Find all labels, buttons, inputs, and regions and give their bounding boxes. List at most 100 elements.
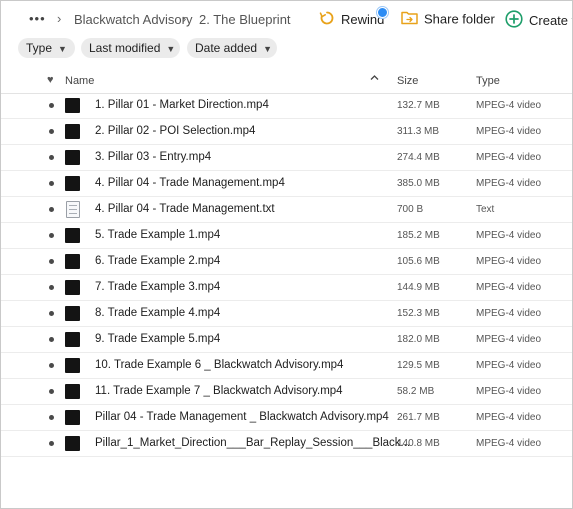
more-options-icon[interactable]: •••	[29, 11, 46, 26]
type-filter-label: Type	[26, 41, 53, 55]
file-browser-window: ••• › Blackwatch Advisory › 2. The Bluep…	[0, 0, 573, 509]
share-folder-label: Share folder	[424, 11, 495, 27]
create-folder-label: Create fo	[529, 13, 572, 28]
file-size: 261.7 MB	[397, 412, 440, 423]
file-size: 274.4 MB	[397, 152, 440, 163]
toolbar: ••• › Blackwatch Advisory › 2. The Bluep…	[1, 1, 572, 37]
row-bullet-icon	[49, 337, 54, 342]
date-added-filter-chip[interactable]: Date added ▼	[187, 38, 277, 58]
row-bullet-icon	[49, 389, 54, 394]
text-file-icon	[66, 201, 80, 218]
file-name[interactable]: 11. Trade Example 7 _ Blackwatch Advisor…	[95, 385, 343, 397]
column-header-type[interactable]: Type	[476, 75, 500, 87]
file-size: 700 B	[397, 204, 424, 215]
file-row[interactable]: 4. Pillar 04 - Trade Management.txt 700 B…	[1, 197, 572, 223]
chevron-down-icon: ▼	[263, 43, 272, 54]
video-thumbnail-icon	[65, 280, 80, 295]
file-name[interactable]: 5. Trade Example 1.mp4	[95, 229, 220, 241]
file-type: MPEG-4 video	[476, 178, 542, 189]
sort-ascending-icon[interactable]	[370, 73, 379, 85]
file-name[interactable]: 9. Trade Example 5.mp4	[95, 333, 220, 345]
file-type: MPEG-4 video	[476, 100, 542, 111]
file-size: 182.0 MB	[397, 334, 440, 345]
file-row[interactable]: 7. Trade Example 3.mp4 144.9 MB MPEG-4 vid…	[1, 275, 572, 301]
plus-circle-icon	[505, 10, 523, 31]
video-thumbnail-icon	[65, 358, 80, 373]
file-type: MPEG-4 video	[476, 282, 542, 293]
file-row[interactable]: 10. Trade Example 6 _ Blackwatch Advisor…	[1, 353, 572, 379]
last-modified-filter-label: Last modified	[89, 41, 161, 55]
file-row[interactable]: 5. Trade Example 1.mp4 185.2 MB MPEG-4 vid…	[1, 223, 572, 249]
row-bullet-icon	[49, 181, 54, 186]
file-type: MPEG-4 video	[476, 360, 542, 371]
create-folder-button[interactable]: Create fo	[505, 10, 572, 31]
table-header: ♥ Name Size Type	[1, 69, 572, 94]
file-name[interactable]: 4. Pillar 04 - Trade Management.txt	[95, 203, 275, 215]
file-name[interactable]: Pillar_1_Market_Direction___Bar_Replay_S…	[95, 437, 410, 449]
file-row[interactable]: Pillar 04 - Trade Management _ Blackwatc…	[1, 405, 572, 431]
file-name[interactable]: 8. Trade Example 4.mp4	[95, 307, 220, 319]
file-type: Text	[476, 204, 495, 215]
video-thumbnail-icon	[65, 228, 80, 243]
row-bullet-icon	[49, 103, 54, 108]
file-name[interactable]: 7. Trade Example 3.mp4	[95, 281, 220, 293]
file-type: MPEG-4 video	[476, 438, 542, 449]
type-filter-chip[interactable]: Type ▼	[18, 38, 75, 58]
file-name[interactable]: 4. Pillar 04 - Trade Management.mp4	[95, 177, 285, 189]
file-list: 1. Pillar 01 - Market Direction.mp4 132.7…	[1, 93, 572, 457]
file-row[interactable]: 2. Pillar 02 - POI Selection.mp4 311.3 MB…	[1, 119, 572, 145]
file-row[interactable]: 8. Trade Example 4.mp4 152.3 MB MPEG-4 vid…	[1, 301, 572, 327]
row-bullet-icon	[49, 363, 54, 368]
video-thumbnail-icon	[65, 254, 80, 269]
video-thumbnail-icon	[65, 150, 80, 165]
row-bullet-icon	[49, 233, 54, 238]
file-type: MPEG-4 video	[476, 412, 542, 423]
file-row[interactable]: 3. Pillar 03 - Entry.mp4 274.4 MB MPEG-4 v…	[1, 145, 572, 171]
breadcrumb-root[interactable]: Blackwatch Advisory	[74, 12, 193, 27]
file-size: 185.2 MB	[397, 230, 440, 241]
file-type: MPEG-4 video	[476, 334, 542, 345]
heart-icon[interactable]: ♥	[47, 74, 54, 86]
file-size: 385.0 MB	[397, 178, 440, 189]
last-modified-filter-chip[interactable]: Last modified ▼	[81, 38, 180, 58]
video-thumbnail-icon	[65, 306, 80, 321]
file-size: 132.7 MB	[397, 100, 440, 111]
file-type: MPEG-4 video	[476, 256, 542, 267]
file-size: 129.5 MB	[397, 360, 440, 371]
file-row[interactable]: 9. Trade Example 5.mp4 182.0 MB MPEG-4 vid…	[1, 327, 572, 353]
chevron-down-icon: ▼	[58, 43, 67, 54]
column-header-name[interactable]: Name	[65, 75, 94, 87]
file-row[interactable]: 11. Trade Example 7 _ Blackwatch Advisor…	[1, 379, 572, 405]
row-bullet-icon	[49, 285, 54, 290]
file-size: 140.8 MB	[397, 438, 440, 449]
file-size: 152.3 MB	[397, 308, 440, 319]
row-bullet-icon	[49, 259, 54, 264]
rewind-icon	[319, 10, 335, 29]
breadcrumb-separator: ›	[57, 11, 62, 26]
file-name[interactable]: 1. Pillar 01 - Market Direction.mp4	[95, 99, 269, 111]
file-name[interactable]: 3. Pillar 03 - Entry.mp4	[95, 151, 211, 163]
file-size: 58.2 MB	[397, 386, 435, 397]
file-type: MPEG-4 video	[476, 230, 542, 241]
file-row[interactable]: 4. Pillar 04 - Trade Management.mp4 385.0…	[1, 171, 572, 197]
video-thumbnail-icon	[65, 410, 80, 425]
row-bullet-icon	[49, 129, 54, 134]
share-folder-icon	[401, 10, 418, 28]
file-size: 311.3 MB	[397, 126, 440, 137]
file-row[interactable]: 1. Pillar 01 - Market Direction.mp4 132.7…	[1, 93, 572, 119]
file-row[interactable]: 6. Trade Example 2.mp4 105.6 MB MPEG-4 vid…	[1, 249, 572, 275]
row-bullet-icon	[49, 155, 54, 160]
column-header-size[interactable]: Size	[397, 75, 418, 87]
file-type: MPEG-4 video	[476, 126, 542, 137]
file-row[interactable]: Pillar_1_Market_Direction___Bar_Replay_S…	[1, 431, 572, 457]
file-name[interactable]: 10. Trade Example 6 _ Blackwatch Advisor…	[95, 359, 343, 371]
row-bullet-icon	[49, 441, 54, 446]
date-added-filter-label: Date added	[195, 41, 258, 55]
share-folder-button[interactable]: Share folder	[401, 10, 495, 28]
file-name[interactable]: Pillar 04 - Trade Management _ Blackwatc…	[95, 411, 389, 423]
row-bullet-icon	[49, 207, 54, 212]
video-thumbnail-icon	[65, 98, 80, 113]
file-name[interactable]: 6. Trade Example 2.mp4	[95, 255, 220, 267]
rewind-button[interactable]: Rewind	[319, 10, 384, 29]
file-name[interactable]: 2. Pillar 02 - POI Selection.mp4	[95, 125, 255, 137]
